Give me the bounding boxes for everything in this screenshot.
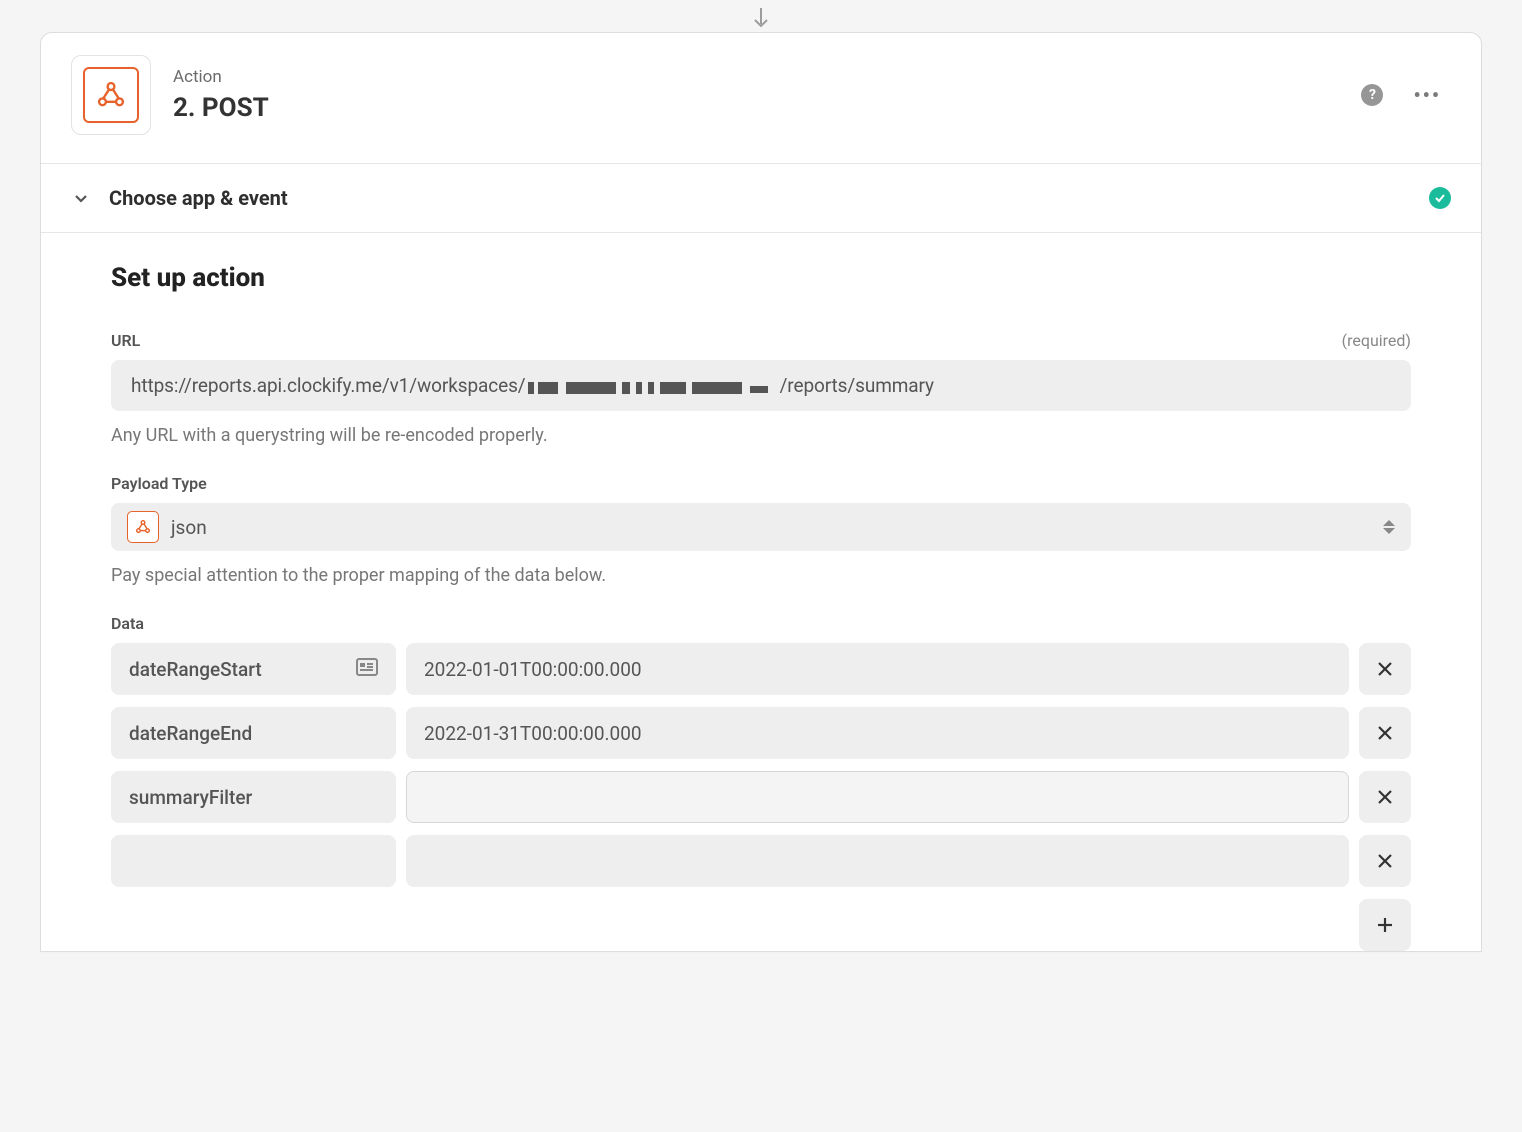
url-suffix: /reports/summary (780, 374, 934, 397)
action-eyebrow: Action (173, 67, 269, 87)
data-value-text: 2022-01-31T00:00:00.000 (424, 722, 642, 745)
action-card: Action 2. POST ? ••• Choose app & event … (40, 32, 1482, 952)
more-menu-icon[interactable]: ••• (1413, 85, 1441, 105)
remove-row-button[interactable] (1359, 771, 1411, 823)
data-row: dateRangeStart 2022-01-01T00:00:00.000 (111, 643, 1411, 695)
remove-row-button[interactable] (1359, 643, 1411, 695)
action-header: Action 2. POST ? ••• (41, 33, 1481, 163)
data-key-text: summaryFilter (129, 786, 252, 809)
remove-row-button[interactable] (1359, 835, 1411, 887)
data-key-input[interactable]: summaryFilter (111, 771, 396, 823)
data-row: dateRangeEnd 2022-01-31T00:00:00.000 (111, 707, 1411, 759)
payload-help-text: Pay special attention to the proper mapp… (111, 565, 1411, 586)
setup-action-section: Set up action URL (required) https://rep… (41, 233, 1481, 951)
data-key-input[interactable]: dateRangeStart (111, 643, 396, 695)
data-value-input[interactable] (406, 835, 1349, 887)
remove-row-button[interactable] (1359, 707, 1411, 759)
data-key-text: dateRangeEnd (129, 722, 252, 745)
url-label: URL (111, 331, 140, 350)
data-row: summaryFilter (111, 771, 1411, 823)
action-title: 2. POST (173, 93, 269, 123)
data-value-text: 2022-01-01T00:00:00.000 (424, 658, 642, 681)
payload-type-select[interactable]: json (111, 503, 1411, 551)
data-value-input[interactable] (406, 771, 1349, 823)
app-icon-container (71, 55, 151, 135)
url-input[interactable]: https://reports.api.clockify.me/v1/works… (111, 360, 1411, 411)
data-rows: dateRangeStart 2022-01-01T00:00:00.000 d… (111, 643, 1411, 887)
data-row (111, 835, 1411, 887)
payload-type-value: json (171, 516, 207, 539)
payload-type-label: Payload Type (111, 474, 207, 493)
data-label: Data (111, 614, 144, 633)
flow-arrow-down (0, 8, 1522, 30)
redacted-workspace-id (528, 378, 778, 394)
select-updown-icon (1383, 520, 1395, 534)
url-help-text: Any URL with a querystring will be re-en… (111, 425, 1411, 446)
webhook-small-icon (127, 511, 159, 543)
choose-app-event-section[interactable]: Choose app & event (41, 163, 1481, 233)
check-complete-icon (1429, 187, 1451, 209)
webhook-icon (83, 67, 139, 123)
data-value-input[interactable]: 2022-01-31T00:00:00.000 (406, 707, 1349, 759)
setup-action-title: Set up action (111, 263, 1411, 293)
data-key-text: dateRangeStart (129, 658, 262, 681)
data-value-input[interactable]: 2022-01-01T00:00:00.000 (406, 643, 1349, 695)
action-titles: Action 2. POST (173, 67, 269, 123)
url-required-label: (required) (1342, 331, 1411, 350)
help-icon[interactable]: ? (1361, 84, 1383, 106)
add-row-button[interactable] (1359, 899, 1411, 951)
url-prefix: https://reports.api.clockify.me/v1/works… (131, 374, 526, 397)
card-icon (356, 658, 378, 681)
data-key-input[interactable] (111, 835, 396, 887)
chevron-down-icon (71, 188, 91, 208)
choose-app-event-label: Choose app & event (109, 186, 288, 210)
data-key-input[interactable]: dateRangeEnd (111, 707, 396, 759)
